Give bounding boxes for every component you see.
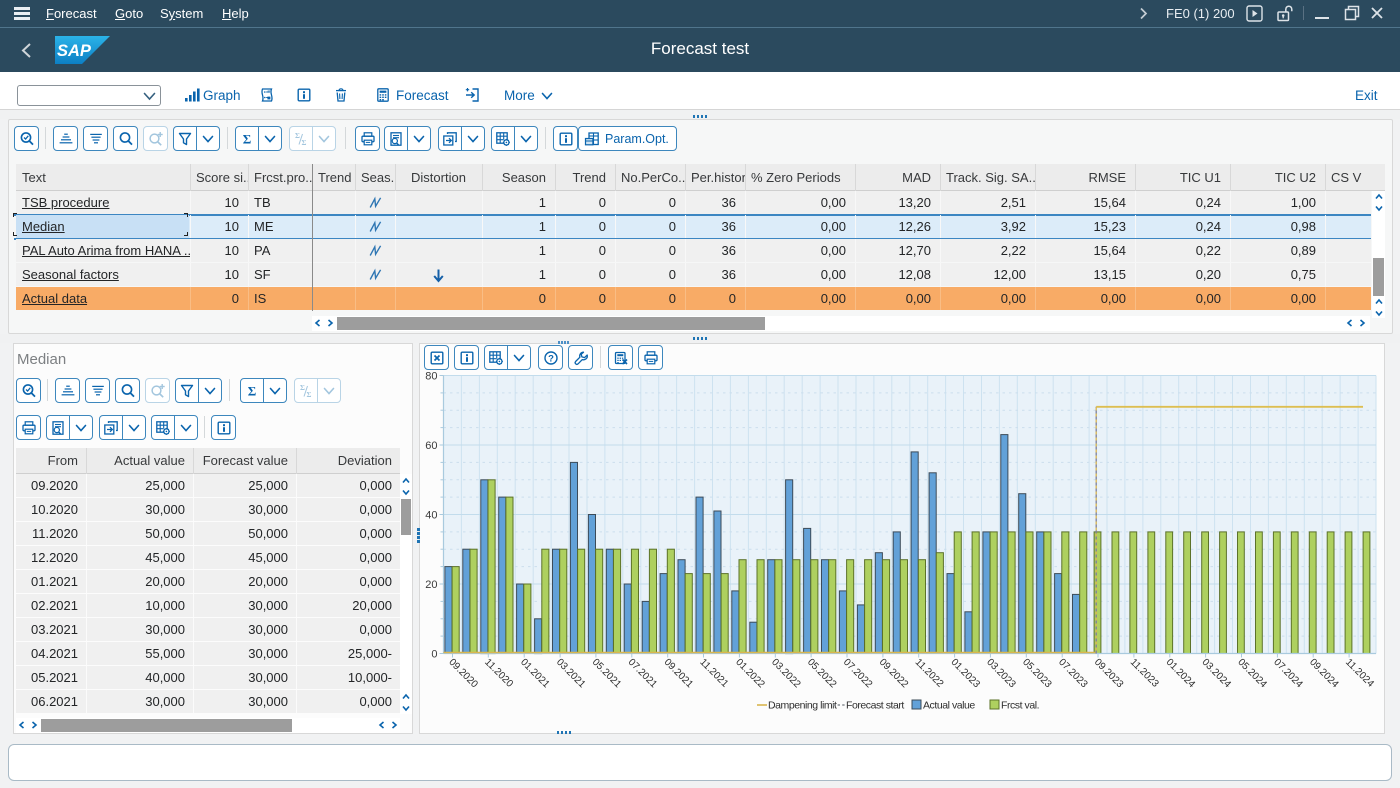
svg-text:03.2021: 03.2021 [554, 657, 588, 691]
svg-text:03.2022: 03.2022 [769, 657, 803, 691]
svg-text:07.2024: 07.2024 [1271, 657, 1305, 691]
svg-text:01.2022: 01.2022 [733, 657, 767, 691]
svg-text:07.2021: 07.2021 [626, 657, 660, 691]
svg-text:60: 60 [425, 440, 437, 452]
svg-text:09.2022: 09.2022 [877, 657, 911, 691]
svg-text:Σ: Σ [300, 383, 305, 392]
svg-text:11.2020: 11.2020 [482, 657, 515, 690]
svg-text:11.2021: 11.2021 [697, 657, 730, 690]
svg-text:05.2022: 05.2022 [805, 657, 839, 691]
svg-text:07.2023: 07.2023 [1056, 657, 1090, 691]
svg-text:09.2024: 09.2024 [1307, 657, 1341, 691]
svg-text:03.2024: 03.2024 [1199, 657, 1233, 691]
svg-text:03.2023: 03.2023 [984, 657, 1018, 691]
svg-text:05.2021: 05.2021 [590, 657, 624, 691]
svg-text:11.2023: 11.2023 [1128, 657, 1161, 690]
svg-text:Actual value: Actual value [923, 700, 975, 712]
svg-text:01.2024: 01.2024 [1164, 657, 1198, 691]
svg-text:11.2022: 11.2022 [913, 657, 946, 690]
svg-text:Σ: Σ [248, 383, 257, 398]
svg-text:07.2022: 07.2022 [841, 657, 875, 691]
svg-text:80: 80 [425, 371, 437, 383]
svg-text:20: 20 [425, 579, 437, 591]
svg-text:09.2020: 09.2020 [446, 657, 480, 691]
svg-text:0: 0 [431, 649, 437, 661]
svg-text:40: 40 [425, 510, 437, 522]
svg-text:11.2024: 11.2024 [1343, 657, 1376, 690]
svg-text:Σ: Σ [307, 390, 312, 399]
svg-text:Dampening limit: Dampening limit [768, 700, 837, 712]
svg-text:Forecast start: Forecast start [846, 700, 904, 712]
svg-text:Frcst val.: Frcst val. [1001, 700, 1039, 712]
svg-text:09.2023: 09.2023 [1092, 657, 1126, 691]
svg-text:09.2021: 09.2021 [662, 657, 696, 691]
svg-text:01.2023: 01.2023 [948, 657, 982, 691]
svg-text:05.2024: 05.2024 [1235, 657, 1269, 691]
svg-text:01.2021: 01.2021 [518, 657, 552, 691]
svg-text:05.2023: 05.2023 [1020, 657, 1054, 691]
